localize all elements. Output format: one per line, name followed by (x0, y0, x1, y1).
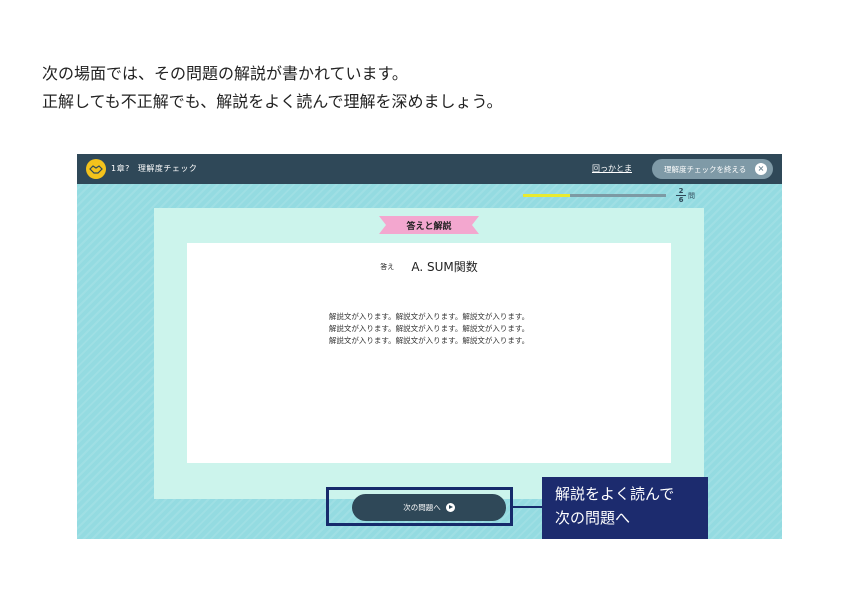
answer-card: 答え A. SUM関数 解説文が入ります。解説文が入ります。解説文が入ります。 … (187, 243, 671, 463)
question-unit: 問 (688, 192, 695, 200)
page-title: 理解度チェック (137, 164, 198, 173)
logo-icon (86, 159, 106, 179)
explanation-text: 解説文が入ります。解説文が入ります。解説文が入ります。 解説文が入ります。解説文… (187, 311, 671, 347)
breadcrumb: 1章? 理解度チェック (111, 163, 197, 174)
explanation-line: 解説文が入ります。解説文が入ります。解説文が入ります。 (328, 324, 530, 333)
callout-connector (513, 506, 543, 508)
answer-ribbon: 答えと解説 (379, 216, 479, 234)
explanation-line: 解説文が入ります。解説文が入ります。解説文が入ります。 (328, 336, 530, 345)
total-questions: 6 (678, 196, 684, 204)
end-check-button[interactable]: 理解度チェックを終える × (652, 159, 773, 179)
chapter-label: 1章? (111, 164, 130, 173)
instruction-line-1: 次の場面では、その問題の解説が書かれています。 (42, 64, 408, 83)
instruction-line-2: 正解しても不正解でも、解説をよく読んで理解を深めましょう。 (42, 92, 503, 111)
progress-fill (523, 194, 571, 197)
handshake-icon (89, 165, 103, 174)
question-counter: 2 6 (675, 187, 687, 204)
answer-panel: 答えと解説 答え A. SUM関数 解説文が入ります。解説文が入ります。解説文が… (154, 208, 704, 499)
progress-bar (523, 194, 666, 197)
top-bar: 1章? 理解度チェック 回っかとま 理解度チェックを終える × (77, 154, 782, 184)
answer-value: A. SUM関数 (411, 260, 478, 274)
callout-box: 解説をよく読んで 次の問題へ (542, 477, 708, 539)
callout-line-2: 次の問題へ (555, 509, 631, 527)
highlight-box (326, 487, 513, 526)
instruction-text: 次の場面では、その問題の解説が書かれています。 正解しても不正解でも、解説をよく… (42, 60, 502, 116)
callout-line-1: 解説をよく読んで (555, 485, 675, 503)
answer-label: 答え (380, 262, 395, 271)
explanation-line: 解説文が入ります。解説文が入ります。解説文が入ります。 (328, 312, 530, 321)
end-check-label: 理解度チェックを終える (664, 164, 747, 174)
header-link[interactable]: 回っかとま (592, 163, 632, 174)
close-icon: × (755, 163, 767, 175)
current-question: 2 (678, 187, 684, 195)
answer-row: 答え A. SUM関数 (187, 256, 671, 275)
